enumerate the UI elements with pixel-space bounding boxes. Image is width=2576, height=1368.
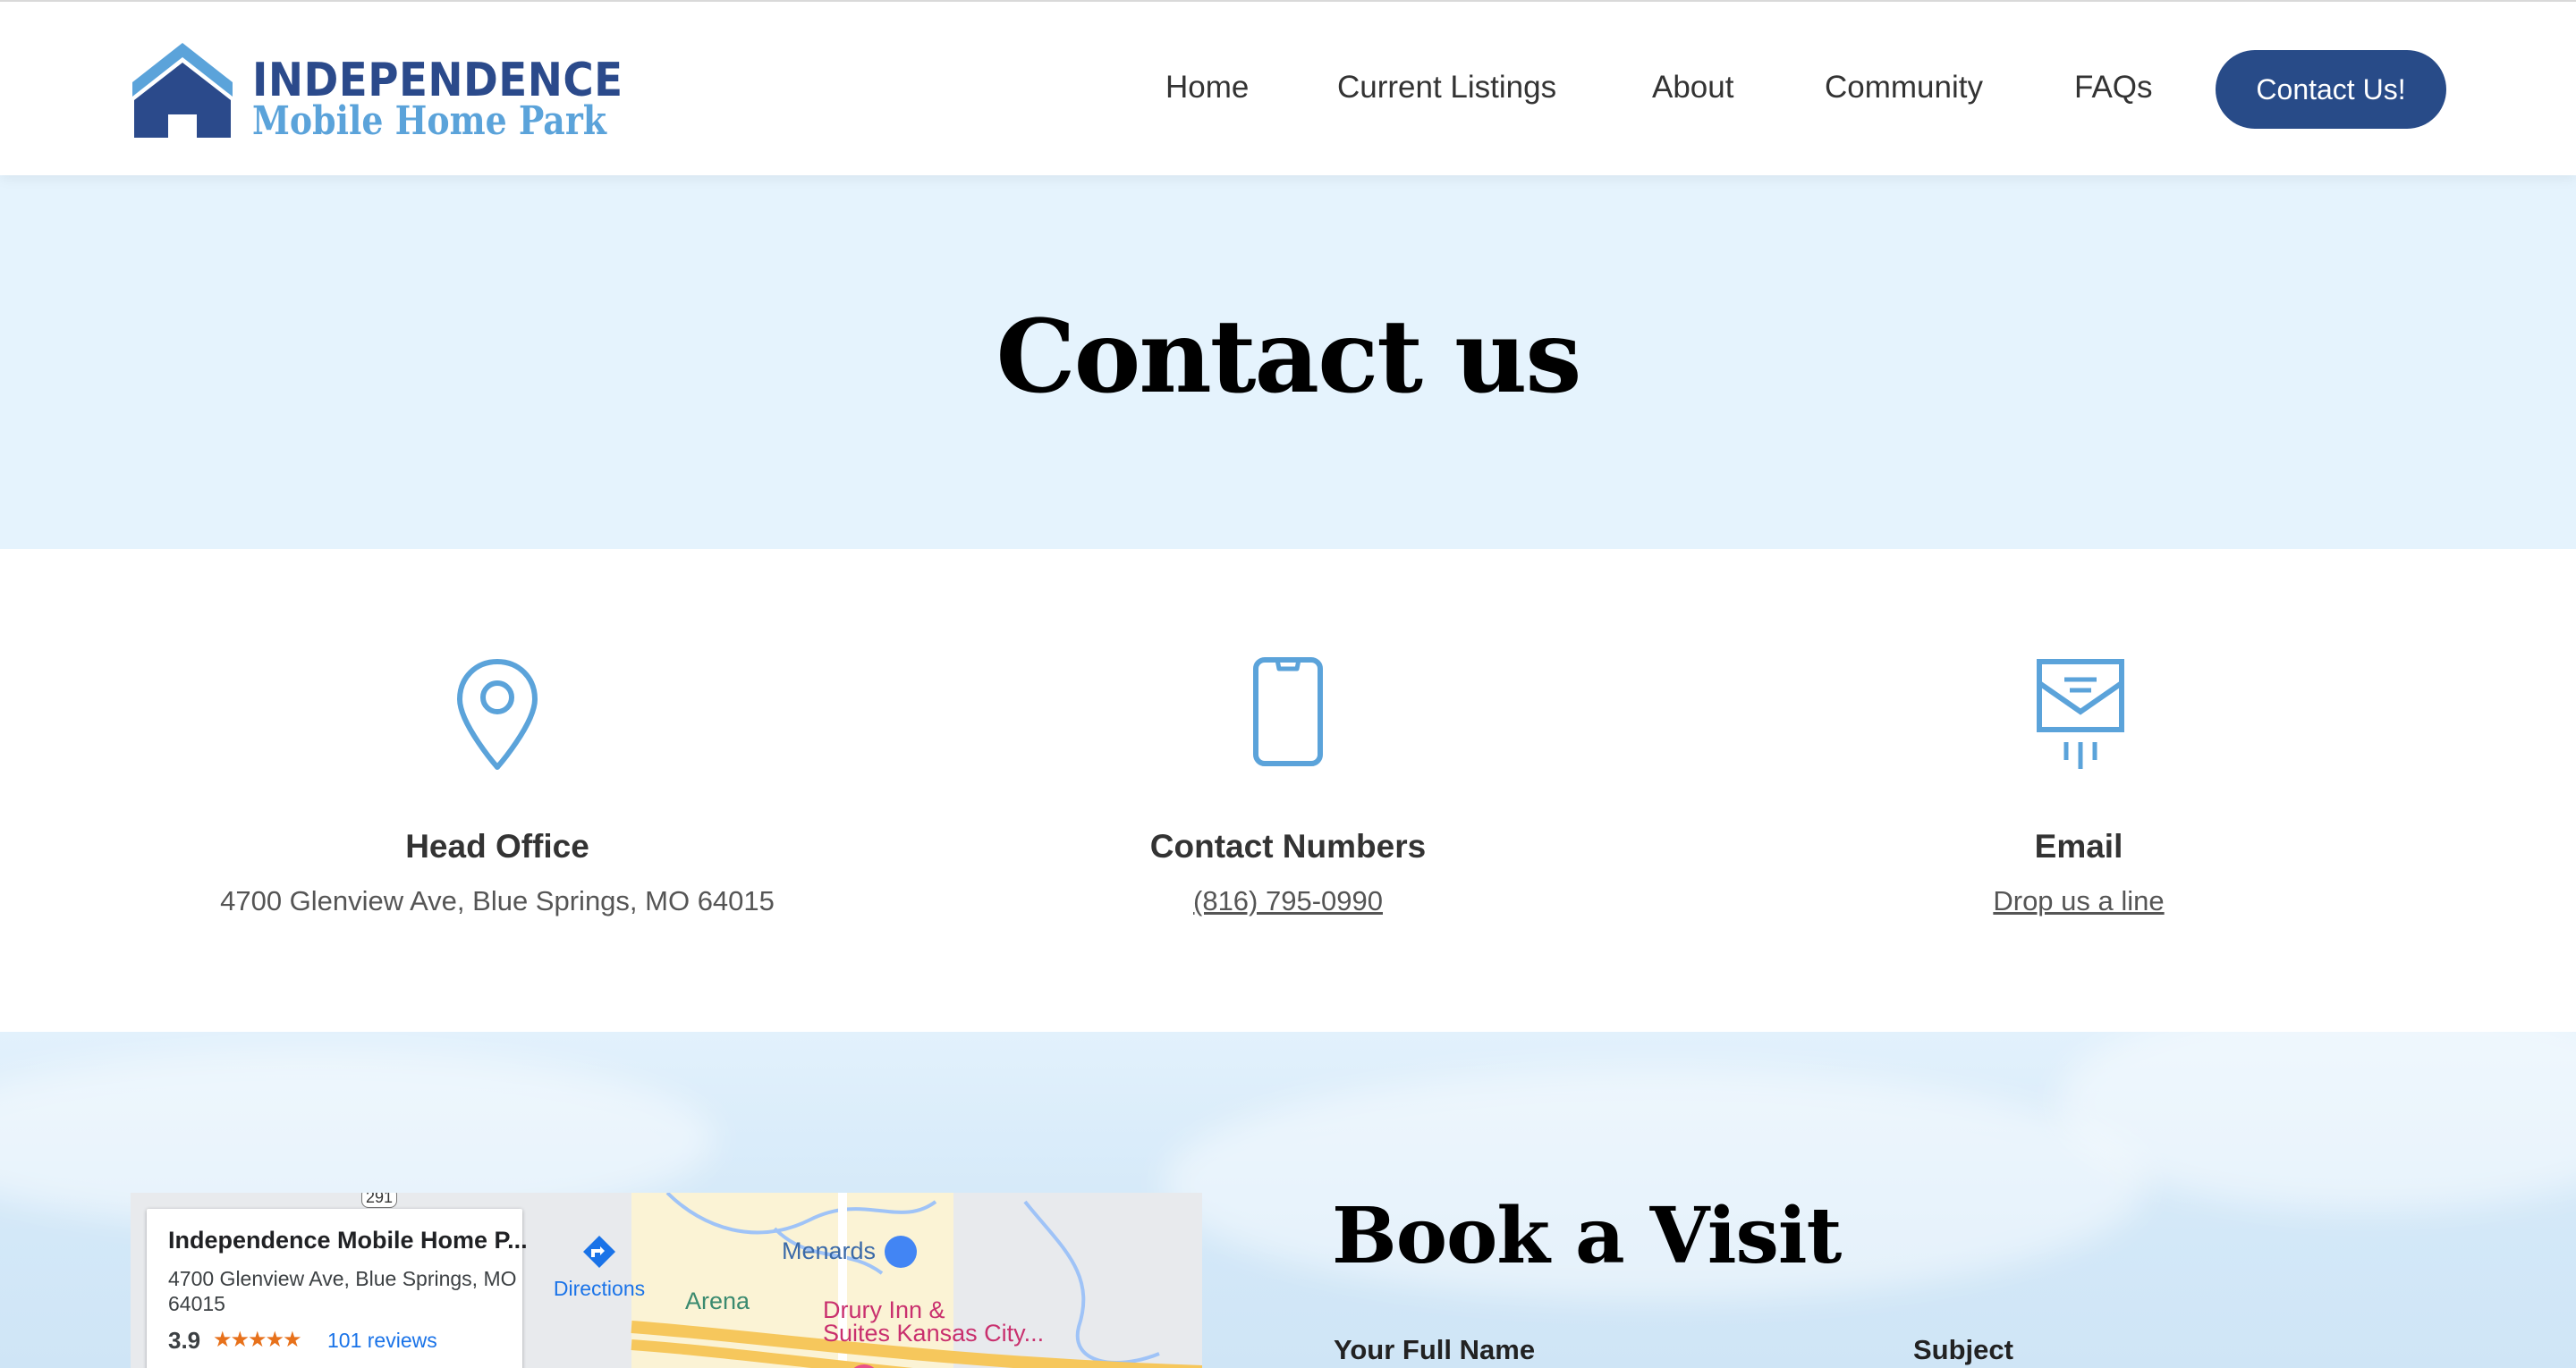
location-pin-icon [457,659,538,770]
map-directions-label: Directions [553,1277,646,1300]
envelope-send-icon [2037,659,2124,769]
directions-icon [583,1236,615,1268]
book-visit-section: Menards Arena Drury Inn & Suites Kansas … [0,1032,2576,1368]
nav-current-listings[interactable]: Current Listings [1337,70,1556,106]
office-address: 4700 Glenview Ave, Blue Springs, MO 6401… [220,885,775,916]
nav-about[interactable]: About [1652,70,1733,106]
email-link[interactable]: Drop us a line [1766,885,2392,917]
contact-us-button[interactable]: Contact Us! [2216,50,2446,129]
site-header: INDEPENDENCE Mobile Home Park Home Curre… [0,0,2576,175]
map-place-address: 4700 Glenview Ave, Blue Springs, MO 6401… [168,1267,517,1315]
nav-home[interactable]: Home [1165,70,1249,106]
subject-label: Subject [1913,1334,2013,1365]
page-title: Contact us [996,299,1582,416]
phone-number-link[interactable]: (816) 795-0990 [975,885,1601,917]
smartphone-icon [1253,657,1323,766]
main-nav: Home Current Listings About Community FA… [0,2,2576,175]
map-label-drury-2: Suites Kansas City... [823,1320,1045,1347]
map-route-shield: 291 [361,1193,398,1208]
map-place-card: Independence Mobile Home P... 4700 Glenv… [147,1209,645,1368]
hero-banner: Contact us [0,173,2576,549]
book-visit-title: Book a Visit [1332,1191,1842,1281]
contact-info-section: Head Office 4700 Glenview Ave, Blue Spri… [0,549,2576,1032]
map-label-menards: Menards [782,1237,877,1264]
map-place-name: Independence Mobile Home P... [168,1227,528,1254]
map-rating-stars: ★★★★★ [213,1328,302,1352]
map-reviews-link[interactable]: 101 reviews [327,1329,437,1353]
full-name-label: Your Full Name [1334,1334,1536,1365]
nav-faqs[interactable]: FAQs [2074,70,2153,106]
nav-community[interactable]: Community [1825,70,1983,106]
info-title: Email [2034,828,2123,865]
map-directions-button[interactable]: Directions [546,1232,653,1301]
google-map-embed[interactable]: Menards Arena Drury Inn & Suites Kansas … [131,1193,1202,1368]
info-title: Head Office [405,828,589,865]
info-title: Contact Numbers [1149,828,1427,865]
map-label-arena: Arena [685,1288,750,1314]
map-rating-value: 3.9 [168,1327,201,1354]
